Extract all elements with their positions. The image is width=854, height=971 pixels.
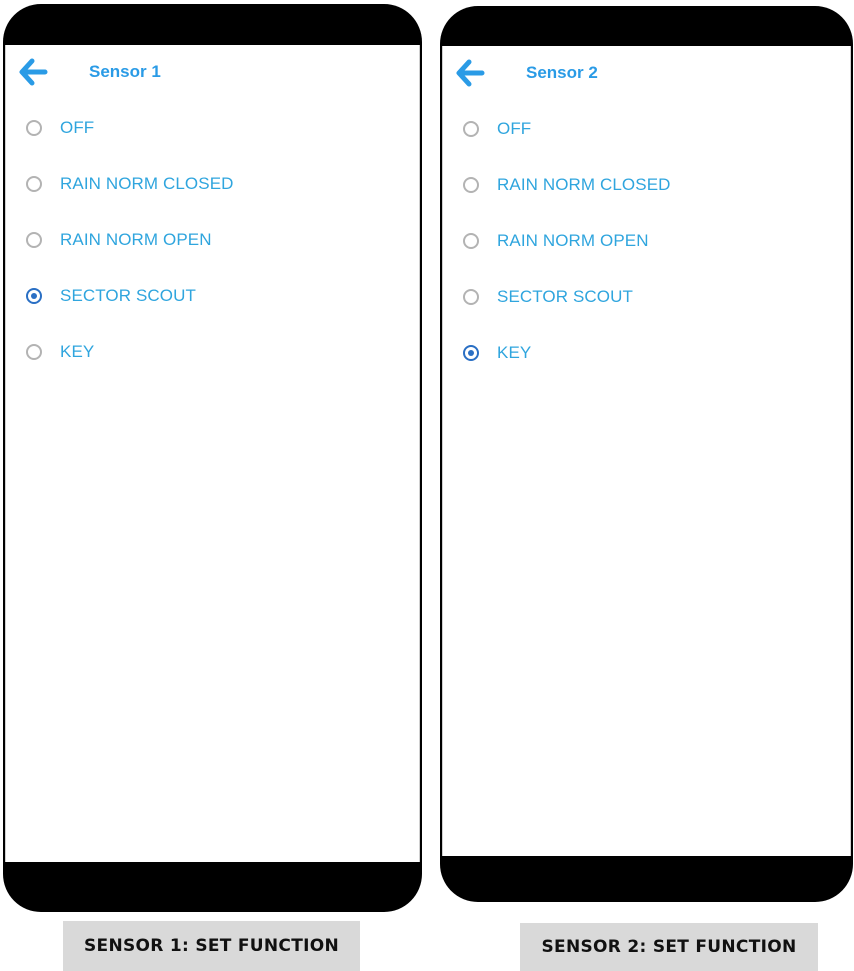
option-rain-norm-open[interactable]: RAIN NORM OPEN — [6, 212, 419, 268]
option-label: KEY — [60, 342, 95, 361]
page-title: Sensor 2 — [526, 63, 598, 82]
arrow-left-icon[interactable] — [455, 58, 485, 88]
radio-button[interactable] — [463, 177, 479, 193]
option-label: RAIN NORM CLOSED — [60, 174, 234, 193]
radio-button[interactable] — [463, 289, 479, 305]
option-sector-scout[interactable]: SECTOR SCOUT — [443, 269, 850, 325]
radio-button[interactable] — [463, 121, 479, 137]
radio-button-selected[interactable] — [463, 345, 479, 361]
caption-sensor-1: SENSOR 1: SET FUNCTION — [63, 921, 360, 971]
radio-button-selected[interactable] — [26, 288, 42, 304]
option-rain-norm-closed[interactable]: RAIN NORM CLOSED — [6, 156, 419, 212]
radio-group-sensor-1: OFF RAIN NORM CLOSED RAIN NORM OPEN SECT… — [6, 100, 419, 380]
option-label: RAIN NORM OPEN — [60, 230, 212, 249]
phone-sensor-2: Sensor 2 OFF RAIN NORM CLOSED RAIN NORM … — [440, 6, 853, 902]
screen-sensor-1: Sensor 1 OFF RAIN NORM CLOSED RAIN NORM … — [5, 45, 420, 862]
radio-button[interactable] — [26, 232, 42, 248]
phone-sensor-1: Sensor 1 OFF RAIN NORM CLOSED RAIN NORM … — [3, 4, 422, 912]
option-sector-scout[interactable]: SECTOR SCOUT — [6, 268, 419, 324]
caption-sensor-2: SENSOR 2: SET FUNCTION — [520, 923, 818, 971]
option-label: RAIN NORM OPEN — [497, 231, 649, 250]
radio-button[interactable] — [26, 176, 42, 192]
screen-sensor-2: Sensor 2 OFF RAIN NORM CLOSED RAIN NORM … — [442, 46, 851, 856]
option-off[interactable]: OFF — [6, 100, 419, 156]
radio-group-sensor-2: OFF RAIN NORM CLOSED RAIN NORM OPEN SECT… — [443, 101, 850, 381]
radio-button[interactable] — [463, 233, 479, 249]
app-header: Sensor 2 — [443, 46, 850, 106]
radio-button[interactable] — [26, 344, 42, 360]
option-label: SECTOR SCOUT — [60, 286, 196, 305]
option-label: OFF — [60, 118, 95, 137]
option-label: RAIN NORM CLOSED — [497, 175, 671, 194]
option-key[interactable]: KEY — [443, 325, 850, 381]
app-header: Sensor 1 — [6, 45, 419, 105]
option-label: SECTOR SCOUT — [497, 287, 633, 306]
option-key[interactable]: KEY — [6, 324, 419, 380]
option-rain-norm-closed[interactable]: RAIN NORM CLOSED — [443, 157, 850, 213]
option-off[interactable]: OFF — [443, 101, 850, 157]
option-rain-norm-open[interactable]: RAIN NORM OPEN — [443, 213, 850, 269]
page-title: Sensor 1 — [89, 62, 161, 81]
radio-button[interactable] — [26, 120, 42, 136]
option-label: OFF — [497, 119, 532, 138]
arrow-left-icon[interactable] — [18, 57, 48, 87]
option-label: KEY — [497, 343, 532, 362]
